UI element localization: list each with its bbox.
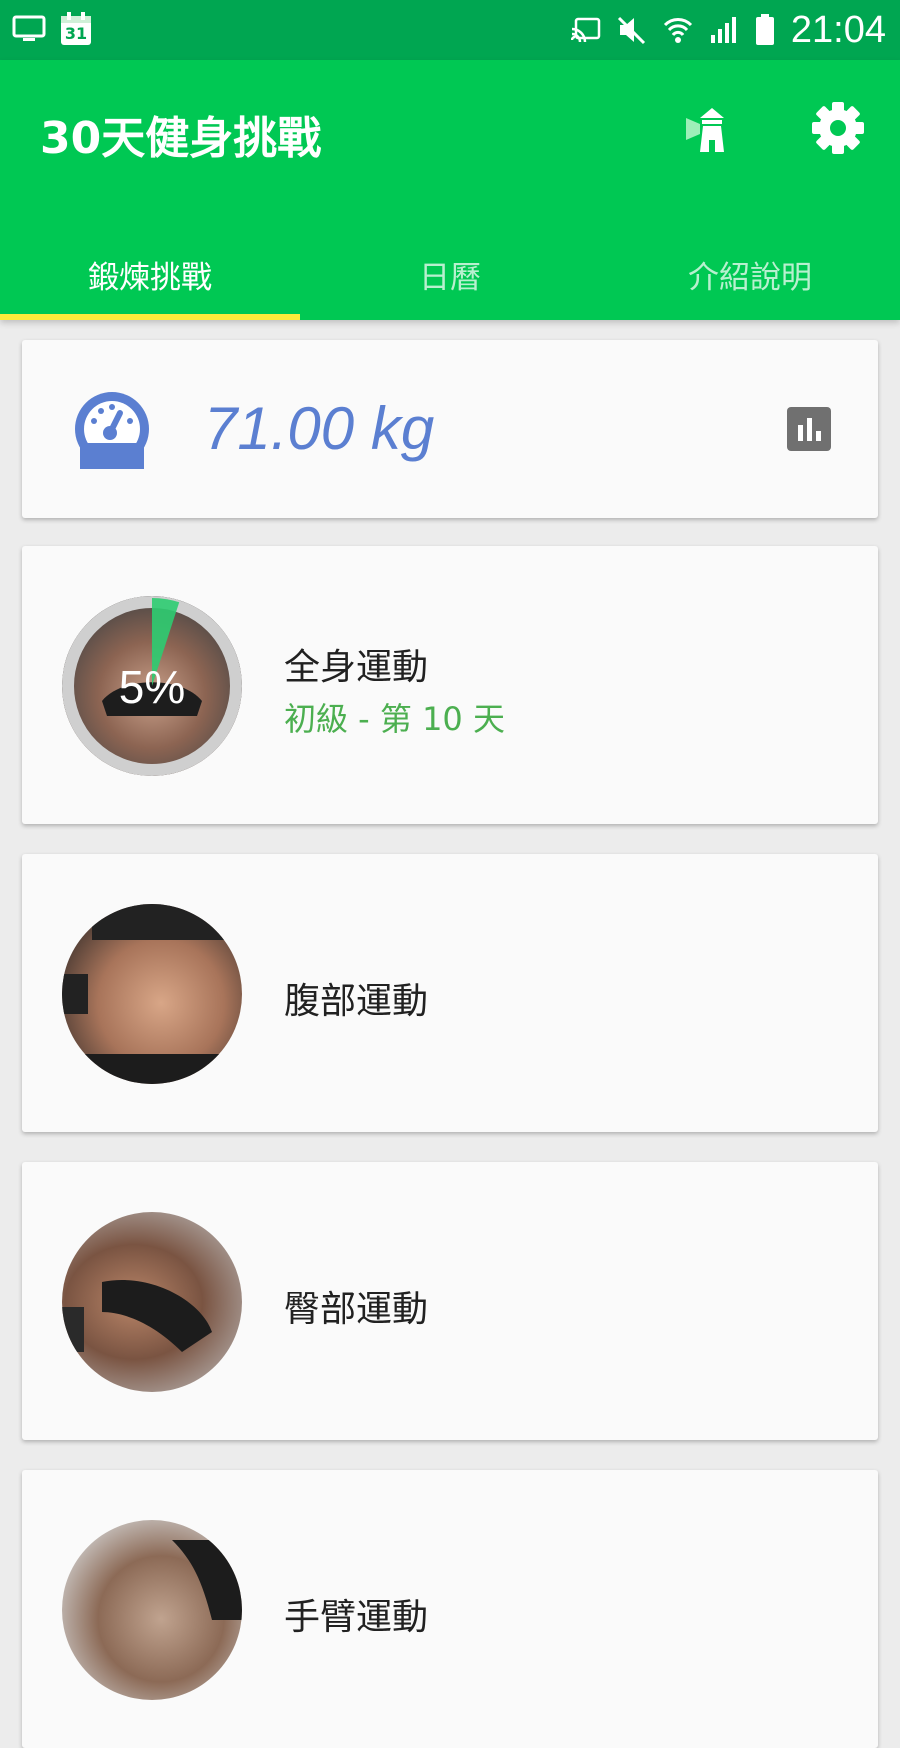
calendar-icon: 31: [60, 12, 92, 46]
lighthouse-icon: [686, 108, 724, 152]
workout-card-abs[interactable]: 腹部運動: [22, 854, 878, 1132]
calendar-day: 31: [64, 24, 88, 43]
weight-value: 71.00 kg: [204, 395, 435, 462]
workout-title: 臀部運動: [284, 1289, 429, 1330]
tab-bar: 鍛煉挑戰 日曆 介紹說明: [0, 236, 900, 320]
tab-calendar[interactable]: 日曆: [300, 236, 600, 320]
settings-button[interactable]: [806, 96, 870, 160]
speedometer-icon: [75, 392, 149, 469]
cast-icon: [570, 17, 601, 43]
abs-thumbnail: [62, 904, 242, 1084]
tab-instructions[interactable]: 介紹說明: [600, 236, 900, 320]
app-bar: 30天健身挑戰 鍛煉挑戰 日曆 介紹說明: [0, 60, 900, 320]
gear-icon: [812, 102, 864, 154]
arms-thumbnail: [62, 1520, 242, 1700]
status-time: 21:04: [790, 9, 886, 51]
battery-icon: [755, 14, 774, 45]
tab-indicator: [0, 314, 300, 320]
full-body-thumbnail: 5%: [62, 596, 242, 776]
lighthouse-button[interactable]: [680, 96, 744, 160]
screen-icon: [12, 15, 46, 41]
status-bar: 31 21:04: [0, 0, 900, 60]
workout-title: 全身運動: [284, 647, 429, 688]
workout-card-full-body[interactable]: 5% 全身運動 初級 - 第 10 天: [22, 546, 878, 824]
signal-icon: [710, 17, 736, 43]
workout-level: 初級 - 第 10 天: [284, 700, 505, 738]
bar-chart-icon: [787, 407, 831, 451]
workout-card-arms[interactable]: 手臂運動: [22, 1470, 878, 1748]
mute-icon: [617, 16, 645, 45]
weight-card[interactable]: 71.00 kg: [22, 340, 878, 518]
weight-chart-button[interactable]: [785, 405, 833, 453]
workout-title: 手臂運動: [284, 1597, 429, 1638]
app-title: 30天健身挑戰: [40, 113, 322, 164]
progress-label: 5%: [118, 661, 186, 713]
wifi-icon: [663, 18, 692, 43]
workout-title: 腹部運動: [284, 981, 429, 1022]
tab-challenge[interactable]: 鍛煉挑戰: [0, 236, 300, 320]
workout-card-butt[interactable]: 臀部運動: [22, 1162, 878, 1440]
butt-thumbnail: [62, 1212, 242, 1392]
